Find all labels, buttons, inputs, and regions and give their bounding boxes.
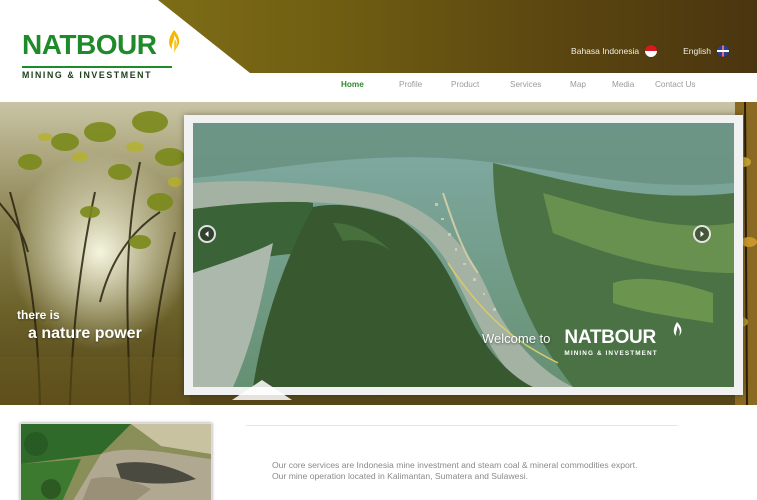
flame-icon <box>674 322 682 336</box>
chevron-left-icon <box>205 231 209 237</box>
mine-site-thumbnail[interactable] <box>20 423 212 500</box>
lang-english-label: English <box>683 46 711 56</box>
nav-product[interactable]: Product <box>451 80 510 94</box>
content-section: Our core services are Indonesia mine inv… <box>0 405 757 500</box>
site-logo[interactable]: NATBOUR MINING & INVESTMENT <box>22 30 192 82</box>
page: NATBOUR MINING & INVESTMENT Bahasa Indon… <box>0 0 757 500</box>
section-divider <box>246 425 678 426</box>
intro-line-2: Our mine operation located in Kalimantan… <box>272 471 529 481</box>
image-slider: Welcome to NATBOUR MINING & INVESTMENT <box>184 115 743 400</box>
nav-media[interactable]: Media <box>612 80 655 94</box>
slogan-line-1: there is <box>17 308 60 322</box>
lang-english[interactable]: English <box>683 45 729 57</box>
slide-logo-name: NATBOUR <box>564 327 656 348</box>
lang-bahasa-label: Bahasa Indonesia <box>571 46 640 56</box>
slider-prev-button[interactable] <box>198 225 216 243</box>
forest-background <box>0 111 190 405</box>
slide-notch <box>232 380 292 400</box>
nav-map[interactable]: Map <box>570 80 612 94</box>
slogan-line-2: a nature power <box>28 325 142 342</box>
site-header: NATBOUR MINING & INVESTMENT Bahasa Indon… <box>0 0 757 102</box>
logo-name: NATBOUR <box>22 29 157 60</box>
flame-icon <box>169 30 180 53</box>
slider-next-button[interactable] <box>693 225 711 243</box>
lang-bahasa[interactable]: Bahasa Indonesia <box>571 45 658 57</box>
slide-logo-tagline: MINING & INVESTMENT <box>564 350 658 357</box>
intro-text: Our core services are Indonesia mine inv… <box>272 460 692 482</box>
nav-home[interactable]: Home <box>330 80 399 94</box>
intro-line-1: Our core services are Indonesia mine inv… <box>272 460 638 470</box>
flag-indonesia-icon <box>645 45 658 57</box>
welcome-text: Welcome to <box>482 331 551 346</box>
hero-slogan: there is a nature power <box>17 308 142 344</box>
main-nav: Home Profile Product Services Map Media … <box>330 80 715 94</box>
logo-underline <box>22 66 172 68</box>
logo-tagline: MINING & INVESTMENT <box>22 70 153 80</box>
language-switcher: Bahasa Indonesia English <box>571 43 729 59</box>
slide-caption: Welcome to NATBOUR MINING & INVESTMENT <box>482 322 694 363</box>
nav-profile[interactable]: Profile <box>399 80 451 94</box>
nav-contact-us[interactable]: Contact Us <box>655 80 715 94</box>
flag-uk-icon <box>717 45 729 57</box>
slide-logo: NATBOUR MINING & INVESTMENT <box>564 322 694 363</box>
hero-banner: there is a nature power Welcome to NATBO… <box>0 102 757 405</box>
nav-services[interactable]: Services <box>510 80 570 94</box>
chevron-right-icon <box>700 231 704 237</box>
